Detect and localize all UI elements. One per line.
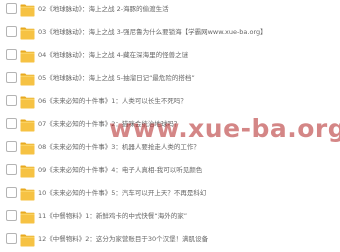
folder-icon [20,186,35,201]
folder-icon [20,48,35,63]
folder-icon [20,25,35,40]
watermark: www.xue-ba.org [109,114,340,143]
row-checkbox[interactable] [6,26,17,37]
folder-row[interactable]: 02《地球脉动》：海上之战 2-海豚的偷渡生活 [0,1,340,23]
folder-name[interactable]: 09《未来必知的十件事》4：电子人真相-我可以听见颜色 [38,162,202,178]
folder-row[interactable]: 05《地球脉动》：海上之战 5-抽溜日记“最危险的搭档” [0,70,340,92]
folder-icon [20,71,35,86]
folder-row[interactable]: 03《地球脉动》：海上之战 3-强尼鲁为什么要锁海【学霸网www.xue-ba.… [0,24,340,46]
folder-icon [20,94,35,109]
row-checkbox[interactable] [6,210,17,221]
folder-row[interactable]: 06《未来必知的十件事》1：人类可以长生不死吗？ [0,93,340,115]
row-checkbox[interactable] [6,141,17,152]
folder-name[interactable]: 06《未来必知的十件事》1：人类可以长生不死吗？ [38,93,187,109]
folder-name[interactable]: 10《未来必知的十件事》5：汽车可以开上天？不再是科幻 [38,185,206,201]
folder-row[interactable]: 04《地球脉动》：海上之战 4-藏在深海里的怪兽之谜 [0,47,340,69]
folder-icon [20,2,35,17]
row-checkbox[interactable] [6,164,17,175]
row-checkbox[interactable] [6,95,17,106]
folder-name[interactable]: 11《中餐物料》1：新鲜鸡卡的中式快餐“海外的家” [38,208,187,224]
row-checkbox[interactable] [6,233,17,244]
folder-name[interactable]: 03《地球脉动》：海上之战 3-强尼鲁为什么要锁海【学霸网www.xue-ba.… [38,24,267,40]
folder-icon [20,140,35,155]
folder-row[interactable]: 12《中餐物料》2：这分为家营账目于30个汉堡！满肌设备 [0,231,340,252]
row-checkbox[interactable] [6,187,17,198]
file-list-window: 02《地球脉动》：海上之战 2-海豚的偷渡生活 03《地球脉动》：海上之战 3-强… [0,0,340,252]
row-checkbox[interactable] [6,49,17,60]
row-checkbox[interactable] [6,3,17,14]
folder-row[interactable]: 10《未来必知的十件事》5：汽车可以开上天？不再是科幻 [0,185,340,207]
folder-row[interactable]: 09《未来必知的十件事》4：电子人真相-我可以听见颜色 [0,162,340,184]
folder-name[interactable]: 05《地球脉动》：海上之战 5-抽溜日记“最危险的搭档” [38,70,195,86]
folder-name[interactable]: 12《中餐物料》2：这分为家营账目于30个汉堡！满肌设备 [38,231,208,247]
folder-icon [20,209,35,224]
row-checkbox[interactable] [6,72,17,83]
folder-icon [20,117,35,132]
row-checkbox[interactable] [6,118,17,129]
folder-name[interactable]: 04《地球脉动》：海上之战 4-藏在深海里的怪兽之谜 [38,47,188,63]
folder-icon [20,163,35,178]
folder-row[interactable]: 11《中餐物料》1：新鲜鸡卡的中式快餐“海外的家” [0,208,340,230]
folder-name[interactable]: 02《地球脉动》：海上之战 2-海豚的偷渡生活 [38,1,169,17]
folder-icon [20,232,35,247]
